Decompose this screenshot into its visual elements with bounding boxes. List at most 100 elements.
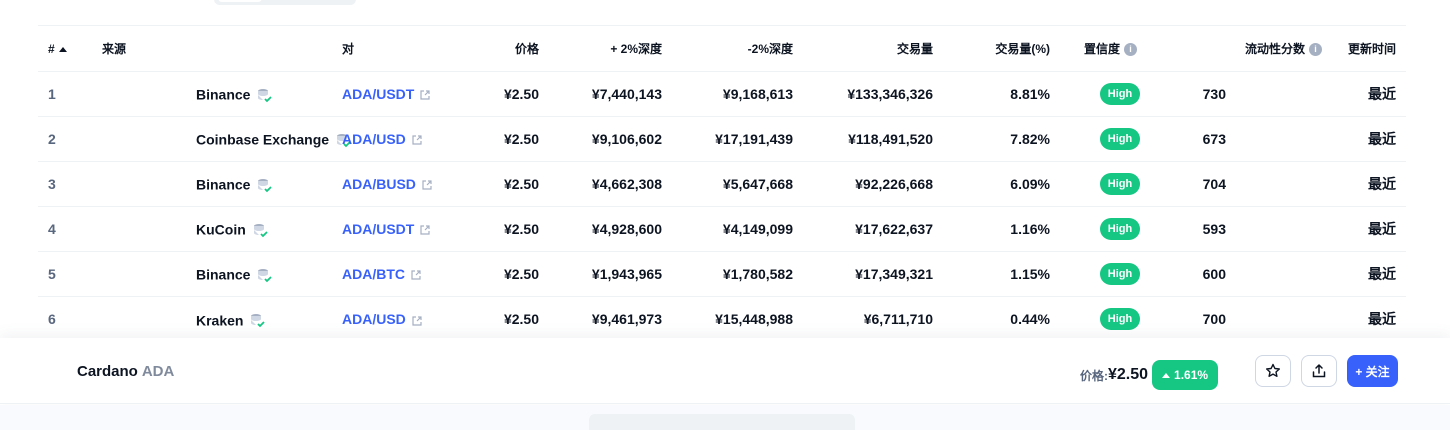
volume-pct-cell: 8.81% bbox=[933, 71, 1050, 117]
share-button[interactable] bbox=[1301, 355, 1337, 387]
exchange-cell[interactable]: Binance bbox=[102, 251, 342, 297]
depth-plus-cell: ¥9,461,973 bbox=[591, 311, 662, 328]
col-header-volume[interactable]: 交易量 bbox=[793, 25, 933, 72]
info-icon[interactable]: i bbox=[1309, 43, 1322, 57]
exchange-name[interactable]: Coinbase Exchange bbox=[196, 132, 329, 148]
exchange-name[interactable]: KuCoin bbox=[196, 222, 246, 238]
rank-cell: 1 bbox=[38, 71, 102, 117]
confidence-badge: High bbox=[1099, 218, 1141, 240]
table-row[interactable]: 4 KuCoin ADA/USDT ¥2.50 ¥4,928,600 ¥4,14… bbox=[38, 206, 1406, 252]
confidence-badge: High bbox=[1099, 263, 1141, 285]
exchange-cell[interactable]: Binance bbox=[102, 161, 342, 207]
verified-stack-icon bbox=[258, 268, 273, 282]
coin-title[interactable]: Cardano ADA bbox=[77, 363, 174, 380]
verified-stack-icon bbox=[251, 313, 266, 328]
table-row[interactable]: 6 Kraken ADA/USD ¥2.50 ¥9,461,973 ¥15,44… bbox=[38, 297, 1406, 342]
pair-cell[interactable]: ADA/USDT bbox=[342, 71, 452, 117]
exchange-cell[interactable]: KuCoin bbox=[102, 206, 342, 252]
volume-pct-cell: 6.09% bbox=[933, 161, 1050, 207]
price-label: 价格: bbox=[1080, 368, 1108, 383]
pair-link[interactable]: ADA/USDT bbox=[342, 86, 414, 102]
col-header-liquidity[interactable]: 流动性分数 i bbox=[1190, 25, 1322, 72]
pair-link[interactable]: ADA/USDT bbox=[342, 221, 414, 237]
volume-pct-cell: 7.82% bbox=[933, 116, 1050, 162]
share-icon bbox=[1312, 364, 1326, 378]
col-header-volume-pct[interactable]: 交易量(%) bbox=[933, 25, 1050, 72]
exchange-cell[interactable]: Kraken bbox=[102, 297, 342, 342]
pair-cell[interactable]: ADA/USD bbox=[342, 297, 452, 342]
follow-button[interactable]: + 关注 bbox=[1347, 355, 1398, 387]
rank-cell: 6 bbox=[48, 311, 56, 328]
col-header-rank[interactable]: # bbox=[38, 25, 102, 72]
table-row[interactable]: 1 Binance ADA/USDT ¥2.50 ¥7,440,143 ¥9,1… bbox=[38, 71, 1406, 117]
col-header-source[interactable]: 来源 bbox=[102, 25, 342, 72]
col-header-updated[interactable]: 更新时间 bbox=[1322, 25, 1406, 72]
volume-cell: ¥17,349,321 bbox=[793, 251, 933, 297]
sort-ascending-icon bbox=[58, 46, 67, 52]
pair-link[interactable]: ADA/USD bbox=[342, 131, 406, 147]
col-header-confidence[interactable]: 置信度 i bbox=[1050, 25, 1190, 72]
pair-cell[interactable]: ADA/BUSD bbox=[342, 161, 452, 207]
rank-cell: 5 bbox=[38, 251, 102, 297]
external-link-icon[interactable] bbox=[422, 180, 432, 190]
exchange-name[interactable]: Binance bbox=[196, 177, 250, 193]
pair-cell[interactable]: ADA/USD bbox=[342, 116, 452, 162]
coin-symbol: ADA bbox=[141, 363, 175, 380]
depth-plus-cell: ¥4,928,600 bbox=[539, 206, 662, 252]
external-link-icon[interactable] bbox=[412, 315, 422, 326]
exchange-name[interactable]: Binance bbox=[196, 87, 250, 103]
price-cell: ¥2.50 bbox=[452, 161, 539, 207]
markets-table: # 来源 对 价格 + 2%深度 -2%深度 交易量 交易量(%) 置信度 i 流… bbox=[38, 25, 1406, 342]
pair-link[interactable]: ADA/USD bbox=[342, 311, 406, 327]
depth-minus-cell: ¥1,780,582 bbox=[662, 251, 793, 297]
pair-cell[interactable]: ADA/BTC bbox=[342, 251, 452, 297]
volume-pct-cell: 1.16% bbox=[933, 206, 1050, 252]
col-header-depth-plus[interactable]: + 2%深度 bbox=[539, 25, 662, 72]
external-link-icon[interactable] bbox=[411, 270, 421, 280]
confidence-badge: High bbox=[1099, 128, 1141, 150]
exchange-name[interactable]: Binance bbox=[196, 267, 250, 283]
exchange-name[interactable]: Kraken bbox=[196, 312, 243, 328]
updated-cell: 最近 bbox=[1322, 206, 1406, 252]
depth-minus-cell: ¥9,168,613 bbox=[662, 71, 793, 117]
price-value: ¥2.50 bbox=[1108, 366, 1149, 383]
col-header-depth-minus[interactable]: -2%深度 bbox=[662, 25, 793, 72]
liquidity-cell: 673 bbox=[1190, 116, 1322, 162]
exchange-cell[interactable]: Coinbase Exchange bbox=[102, 116, 351, 162]
volume-cell: ¥133,346,326 bbox=[793, 71, 933, 117]
col-header-price[interactable]: 价格 bbox=[452, 25, 539, 72]
liquidity-cell: 700 bbox=[1202, 311, 1226, 328]
confidence-cell: High bbox=[1050, 251, 1190, 297]
depth-minus-cell: ¥4,149,099 bbox=[662, 206, 793, 252]
volume-pct-cell: 1.15% bbox=[933, 251, 1050, 297]
table-row[interactable]: 3 Binance ADA/BUSD ¥2.50 ¥4,662,308 ¥5,6… bbox=[38, 161, 1406, 207]
liquidity-cell: 600 bbox=[1190, 251, 1322, 297]
external-link-icon[interactable] bbox=[412, 135, 422, 145]
price-cell: ¥2.50 bbox=[452, 116, 539, 162]
volume-cell: ¥6,711,710 bbox=[863, 311, 933, 328]
depth-plus-cell: ¥7,440,143 bbox=[539, 71, 662, 117]
confidence-cell: High bbox=[1050, 71, 1190, 117]
updated-cell: 最近 bbox=[1322, 71, 1406, 117]
external-link-icon[interactable] bbox=[420, 225, 430, 235]
updated-cell: 最近 bbox=[1322, 161, 1406, 207]
price-cell: ¥2.50 bbox=[503, 311, 539, 328]
table-row[interactable]: 5 Binance ADA/BTC ¥2.50 ¥1,943,965 ¥1,78… bbox=[38, 251, 1406, 297]
view-toggle[interactable] bbox=[214, 0, 356, 5]
depth-minus-cell: ¥17,191,439 bbox=[662, 116, 793, 162]
confidence-cell: High bbox=[1050, 161, 1190, 207]
watchlist-star-button[interactable] bbox=[1255, 355, 1291, 387]
col-header-pair[interactable]: 对 bbox=[342, 25, 452, 72]
view-toggle-active[interactable] bbox=[218, 0, 262, 2]
pair-link[interactable]: ADA/BTC bbox=[342, 266, 405, 282]
updated-cell: 最近 bbox=[1322, 116, 1406, 162]
liquidity-cell: 730 bbox=[1190, 71, 1322, 117]
table-row[interactable]: 2 Coinbase Exchange ADA/USD ¥2.50 ¥9,106… bbox=[38, 116, 1406, 162]
external-link-icon[interactable] bbox=[420, 90, 430, 100]
exchange-cell[interactable]: Binance bbox=[102, 71, 342, 117]
pair-link[interactable]: ADA/BUSD bbox=[342, 176, 416, 192]
info-icon[interactable]: i bbox=[1124, 43, 1138, 57]
rank-cell: 4 bbox=[38, 206, 102, 252]
pair-cell[interactable]: ADA/USDT bbox=[342, 206, 452, 252]
confidence-cell: High bbox=[1050, 116, 1190, 162]
